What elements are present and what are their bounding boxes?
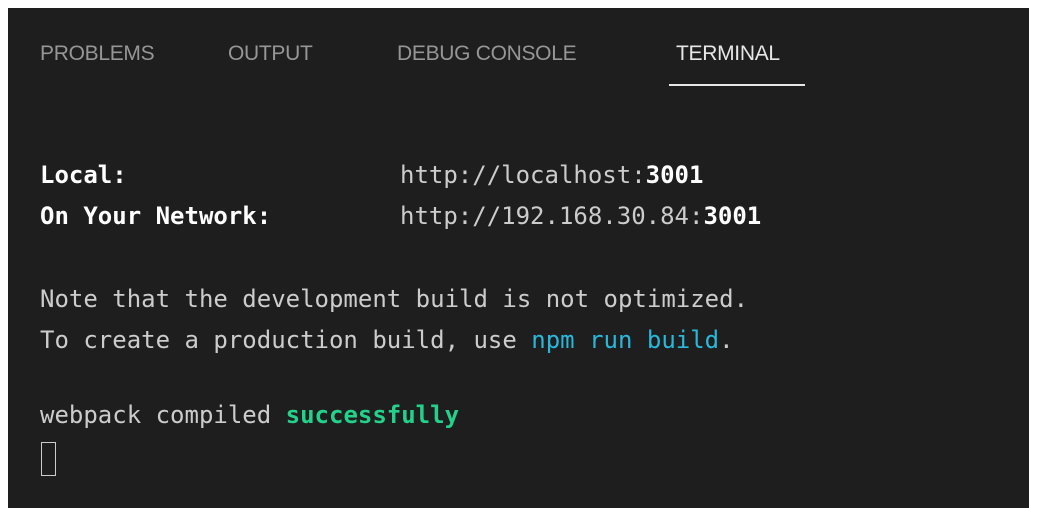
compiled-prefix: webpack compiled xyxy=(40,401,286,429)
network-label: On Your Network: xyxy=(40,202,272,230)
production-prefix: To create a production build, use xyxy=(40,326,532,354)
terminal-line-compiled: webpack compiled successfully xyxy=(40,400,459,430)
terminal-line-production: To create a production build, use npm ru… xyxy=(40,325,734,355)
network-port: 3001 xyxy=(703,202,762,230)
terminal-line-note: Note that the development build is not o… xyxy=(40,285,749,313)
local-url-prefix: http://localhost: xyxy=(400,161,646,189)
network-url-prefix: http://192.168.30.84: xyxy=(400,202,704,230)
terminal-output[interactable]: Local: http://localhost:3001 On Your Net… xyxy=(8,8,1029,508)
terminal-line-local: Local: xyxy=(40,160,127,190)
terminal-panel: PROBLEMS OUTPUT DEBUG CONSOLE TERMINAL L… xyxy=(8,8,1029,508)
compiled-status: successfully xyxy=(285,401,460,429)
production-suffix: . xyxy=(719,326,734,354)
terminal-cursor xyxy=(41,442,56,476)
local-label: Local: xyxy=(40,161,127,189)
network-url: http://192.168.30.84:3001 xyxy=(400,201,761,231)
terminal-line-network: On Your Network: xyxy=(40,201,271,231)
production-command: npm run build xyxy=(531,326,720,354)
local-url: http://localhost:3001 xyxy=(400,160,703,190)
local-port: 3001 xyxy=(645,161,704,189)
